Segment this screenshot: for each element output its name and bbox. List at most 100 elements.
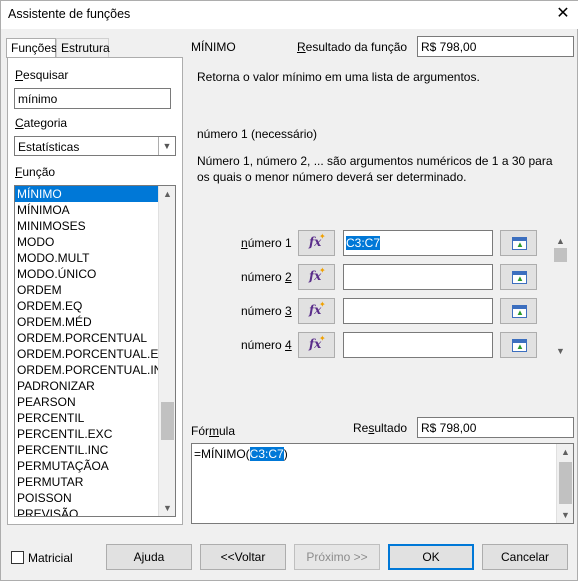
select-range-icon: ▲ (512, 271, 527, 284)
next-button-label: Próximo >> (306, 550, 368, 564)
scroll-up-icon[interactable]: ▲ (557, 444, 574, 460)
search-input[interactable]: mínimo (14, 88, 171, 109)
function-list-scrollbar[interactable]: ▲ ▼ (158, 186, 175, 516)
category-value: Estatísticas (18, 140, 80, 154)
list-item[interactable]: PERMUTAR (15, 474, 175, 490)
search-value: mínimo (18, 92, 58, 106)
list-item[interactable]: MODO.ÚNICO (15, 266, 175, 282)
category-select[interactable]: Estatísticas ▼ (14, 136, 176, 156)
arrow-up-icon: ▲ (516, 308, 524, 317)
tab-funcoes-label: Funções (11, 41, 58, 55)
select-range-icon: ▲ (512, 237, 527, 250)
list-item[interactable]: MODO.MULT (15, 250, 175, 266)
list-item[interactable]: MODO (15, 234, 175, 250)
sparkle-icon: ✦ (319, 300, 326, 309)
search-label: Pesquisar (15, 68, 69, 82)
shrink-dialog-button[interactable]: ▲ (500, 264, 537, 290)
list-item[interactable]: PADRONIZAR (15, 378, 175, 394)
list-item[interactable]: ORDEM.PORCENTUAL (15, 330, 175, 346)
argument-description: Número 1, número 2, ... são argumentos n… (197, 154, 553, 184)
function-list-items: MÍNIMO MÍNIMOA MINIMOSES MODO MODO.MULT MODO.… (15, 186, 175, 516)
list-item[interactable]: ORDEM.MÉD (15, 314, 175, 330)
argument-input[interactable] (343, 332, 493, 358)
close-icon[interactable]: ✕ (553, 4, 573, 24)
scroll-up-icon[interactable]: ▲ (159, 186, 175, 202)
function-wizard-dialog: Assistente de funções ✕ Funções Estrutur… (0, 0, 578, 581)
list-item[interactable]: ORDEM (15, 282, 175, 298)
tab-estrutura[interactable]: Estrutura (56, 38, 110, 58)
back-button[interactable]: <<Voltar (200, 544, 286, 570)
argument-label-prefix: número (241, 270, 286, 284)
function-wizard-button[interactable]: fx ✦ (298, 298, 335, 324)
formula-result-value: R$ 798,00 (421, 421, 477, 435)
sparkle-icon: ✦ (319, 232, 326, 241)
argument-label-rest: úmero 1 (247, 236, 292, 250)
list-item[interactable]: PERCENTIL (15, 410, 175, 426)
help-button[interactable]: Ajuda (106, 544, 192, 570)
function-wizard-button[interactable]: fx ✦ (298, 332, 335, 358)
tab-estrutura-label: Estrutura (61, 41, 110, 55)
list-item[interactable]: MÍNIMO (15, 186, 158, 202)
scroll-thumb[interactable] (559, 462, 572, 504)
matricial-checkbox[interactable] (11, 551, 24, 564)
ok-button[interactable]: OK (388, 544, 474, 570)
list-item[interactable]: ORDEM.EQ (15, 298, 175, 314)
list-item[interactable]: MÍNIMOA (15, 202, 175, 218)
arrow-up-icon: ▲ (516, 274, 524, 283)
scroll-thumb[interactable] (554, 248, 567, 262)
argument-input[interactable] (343, 298, 493, 324)
list-item[interactable]: PERCENTIL.INC (15, 442, 175, 458)
list-item[interactable]: ORDEM.PORCENTUAL.EXC (15, 346, 175, 362)
sparkle-icon: ✦ (319, 266, 326, 275)
scroll-up-icon[interactable]: ▲ (552, 234, 569, 248)
formula-scrollbar[interactable]: ▲ ▼ (556, 444, 573, 523)
argument-label-mnemonic: 4 (285, 338, 292, 352)
formula-suffix: ) (283, 447, 288, 461)
formula-selection: C3:C7 (249, 447, 284, 461)
ok-button-label: OK (422, 550, 440, 564)
list-item[interactable]: PREVISÃO (15, 506, 175, 516)
search-label-rest: esquisar (23, 68, 69, 82)
shrink-dialog-button[interactable]: ▲ (500, 332, 537, 358)
function-list[interactable]: MÍNIMO MÍNIMOA MINIMOSES MODO MODO.MULT MODO.… (14, 185, 176, 517)
result-label: Resultado da função (297, 40, 408, 54)
function-wizard-button[interactable]: fx ✦ (298, 230, 335, 256)
argument-label-mnemonic: 3 (285, 304, 292, 318)
argument-input[interactable] (343, 264, 493, 290)
formula-editor[interactable]: =MÍNIMO(C3:C7) ▲ ▼ (191, 443, 574, 524)
tab-funcoes[interactable]: Funções (6, 38, 58, 58)
next-button[interactable]: Próximo >> (294, 544, 380, 570)
category-label: Categoria (15, 116, 68, 130)
formula-text: =MÍNIMO(C3:C7) (194, 447, 288, 461)
argument-label-mnemonic: n (241, 236, 248, 250)
formula-result-field: R$ 798,00 (417, 417, 574, 438)
list-item[interactable]: PERCENTIL.EXC (15, 426, 175, 442)
chevron-down-icon[interactable]: ▼ (158, 137, 175, 155)
arrow-up-icon: ▲ (516, 240, 524, 249)
scroll-down-icon[interactable]: ▼ (159, 500, 175, 516)
cancel-button[interactable]: Cancelar (482, 544, 568, 570)
result-value: R$ 798,00 (421, 40, 477, 54)
argument-input[interactable]: C3:C7 (343, 230, 493, 256)
window-title: Assistente de funções (8, 7, 131, 21)
help-button-label: Ajuda (133, 550, 165, 564)
arguments-scrollbar[interactable]: ▲ ▼ (552, 234, 569, 358)
scroll-thumb[interactable] (161, 402, 174, 440)
shrink-dialog-button[interactable]: ▲ (500, 230, 537, 256)
select-range-icon: ▲ (512, 339, 527, 352)
list-item[interactable]: ORDEM.PORCENTUAL.INC (15, 362, 175, 378)
argument-label-prefix: número (241, 338, 286, 352)
argument-value: C3:C7 (346, 236, 381, 250)
scroll-down-icon[interactable]: ▼ (557, 507, 574, 523)
scroll-down-icon[interactable]: ▼ (552, 344, 569, 358)
shrink-dialog-button[interactable]: ▲ (500, 298, 537, 324)
list-item[interactable]: POISSON (15, 490, 175, 506)
list-item[interactable]: MINIMOSES (15, 218, 175, 234)
title-bar: Assistente de funções ✕ (1, 1, 578, 29)
list-item[interactable]: PERMUTAÇÃOA (15, 458, 175, 474)
argument-title: número 1 (necessário) (197, 127, 318, 141)
result-value-field: R$ 798,00 (417, 36, 574, 57)
argument-label-prefix: número (241, 304, 286, 318)
function-wizard-button[interactable]: fx ✦ (298, 264, 335, 290)
list-item[interactable]: PEARSON (15, 394, 175, 410)
